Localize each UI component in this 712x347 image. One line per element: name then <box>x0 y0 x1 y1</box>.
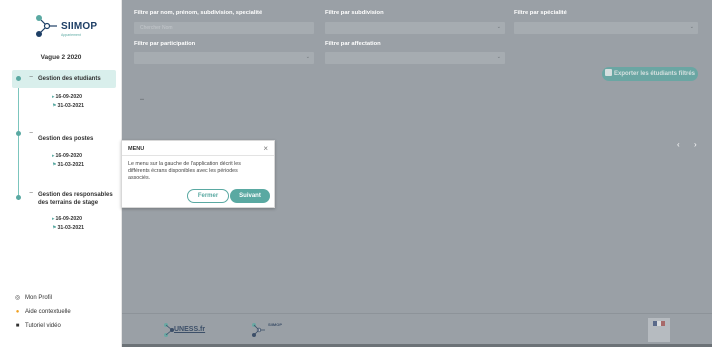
sidebar-item-label: Gestion des responsables des terrains de… <box>38 192 113 206</box>
menu-help-dialog: MENU × Le menu sur la gauche de l'applic… <box>121 140 275 208</box>
molecule-logo-icon <box>252 323 265 337</box>
close-icon[interactable]: × <box>263 144 268 153</box>
session-title: Vague 2 2020 <box>40 54 82 61</box>
sidebar-item-label: Gestion des etudiants <box>38 76 101 82</box>
video-camera-icon: ■ <box>15 323 20 329</box>
pager-prev-icon[interactable]: ‹ <box>677 140 680 149</box>
sidebar: SIIMOP Appariement Vague 2 2020 − Gestio… <box>0 0 122 347</box>
section-end-date: ⚑31-03-2021 <box>52 162 85 168</box>
sidebar-item-etudiants[interactable]: − Gestion des etudiants <box>12 70 116 88</box>
chevron-down-icon: ⌄ <box>305 54 310 60</box>
sidebar-item-label: Gestion des postes <box>38 136 94 142</box>
timeline-dot-icon <box>16 195 21 200</box>
table-header: ▬ <box>140 96 144 101</box>
help-dot-icon: ● <box>15 309 20 315</box>
play-icon: ▸ <box>52 94 55 100</box>
collapse-icon[interactable]: − <box>29 190 33 197</box>
export-button[interactable]: Exporter les étudiants filtrés <box>602 67 698 81</box>
suivant-button[interactable]: Suivant <box>230 189 270 203</box>
user-circle-icon: ◎ <box>14 295 21 301</box>
dialog-title: MENU <box>128 146 145 152</box>
dialog-body: Le menu sur la gauche de l'application d… <box>128 161 241 181</box>
tutoriel-video-link[interactable]: ■ Tutoriel vidéo <box>14 323 61 329</box>
fermer-button[interactable]: Fermer <box>187 189 229 203</box>
republique-francaise-logo <box>648 318 670 342</box>
aide-contextuelle-link[interactable]: ● Aide contextuelle <box>14 309 71 315</box>
specialite-select[interactable]: ⌄ <box>514 22 698 34</box>
play-icon: ▸ <box>52 153 55 159</box>
affectation-select[interactable]: ⌄ <box>325 52 505 64</box>
section-end-date: ⚑31-03-2021 <box>52 103 85 109</box>
logo-subtitle: Appariement <box>61 33 81 37</box>
filter-participation-label: Filtre par participation <box>134 41 196 47</box>
play-icon: ▸ <box>52 216 55 222</box>
section-start-date: ▸16-09-2020 <box>52 94 83 100</box>
logo-title: SIIMOP <box>61 21 98 32</box>
footer: UNESS.fr SIIMOP <box>122 313 712 347</box>
collapse-icon[interactable]: − <box>29 130 33 137</box>
search-placeholder: Chercher Nom <box>140 25 173 31</box>
chevron-down-icon: ⌄ <box>496 24 501 30</box>
timeline-dot-icon <box>16 131 21 136</box>
section-end-date: ⚑31-03-2021 <box>52 225 85 231</box>
chevron-down-icon: ⌄ <box>689 24 694 30</box>
filter-affectation-label: Filtre par affectation <box>325 41 381 47</box>
timeline-dot-icon <box>16 76 21 81</box>
flag-icon: ⚑ <box>52 225 57 231</box>
siimop-logo[interactable]: SIIMOP Appariement <box>33 12 103 40</box>
section-start-date: ▸16-09-2020 <box>52 153 83 159</box>
collapse-icon[interactable]: − <box>29 74 33 81</box>
pager-next-icon[interactable]: › <box>694 140 697 149</box>
french-flag-icon <box>653 321 665 326</box>
mon-profil-link[interactable]: ◎ Mon Profil <box>14 294 52 301</box>
flag-icon: ⚑ <box>52 103 57 109</box>
participation-select[interactable]: ⌄ <box>134 52 314 64</box>
subdivision-select[interactable]: ⌄ <box>325 22 505 34</box>
sidebar-item-postes[interactable]: − Gestion des postes <box>12 130 116 148</box>
molecule-logo-icon <box>36 15 57 37</box>
search-input[interactable]: Chercher Nom <box>134 22 314 34</box>
uness-logo[interactable]: UNESS.fr <box>162 321 212 339</box>
filter-specialite-label: Filtre par spécialité <box>514 10 567 16</box>
export-file-icon <box>604 69 612 76</box>
filter-name-label: Filtre par nom, prénom, subdivision, spe… <box>134 10 263 16</box>
siimop-footer-logo[interactable]: SIIMOP <box>250 319 295 341</box>
filter-subdivision-label: Filtre par subdivision <box>325 10 384 16</box>
flag-icon: ⚑ <box>52 162 57 168</box>
dialog-divider <box>122 155 274 156</box>
section-start-date: ▸16-09-2020 <box>52 216 83 222</box>
sidebar-item-responsables[interactable]: − Gestion des responsables des terrains … <box>12 190 116 210</box>
chevron-down-icon: ⌄ <box>496 54 501 60</box>
